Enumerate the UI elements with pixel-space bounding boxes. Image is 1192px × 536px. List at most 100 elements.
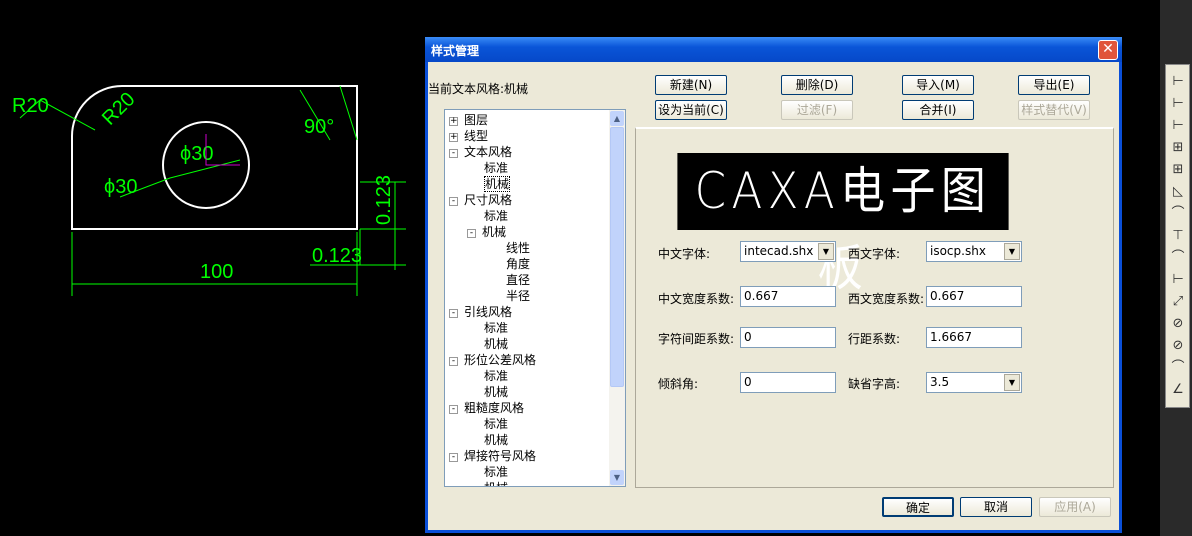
height-select[interactable]: 3.5 ▼ (926, 372, 1022, 393)
slant-input[interactable]: 0 (740, 372, 836, 393)
chevron-down-icon[interactable]: ▼ (818, 243, 834, 260)
tree-item[interactable]: - 文本风格 (449, 144, 512, 160)
en-width-input[interactable]: 0.667 (926, 286, 1022, 307)
tree-item-label: 标准 (484, 209, 509, 223)
apply-button[interactable]: 应用(A) (1039, 497, 1111, 517)
delete-button[interactable]: 删除(D) (781, 75, 853, 95)
tree-item[interactable]: 直径 (506, 272, 530, 288)
char-space-input[interactable]: 0 (740, 327, 836, 348)
line-space-input[interactable]: 1.6667 (926, 327, 1022, 348)
aligned-dim-icon[interactable]: ⤢ (1169, 293, 1187, 311)
chevron-down-icon[interactable]: ▼ (1004, 374, 1020, 391)
tree-scrollbar[interactable]: ▲ ▼ (609, 110, 625, 486)
style-tree[interactable]: ▲ ▼ + 图层 + 线型 - 文本风格 标准 机械 - 尺寸风格 标准 - 机械 线性 角度 直径 半径 - 引线… (444, 109, 626, 487)
filter-button[interactable]: 过滤(F) (781, 100, 853, 120)
linear-dim-icon[interactable]: ⊢ (1169, 73, 1187, 91)
cad-drawing-canvas[interactable]: R20 R20 90° ϕ30 ϕ30 100 0.123 0.123 (0, 0, 430, 536)
tree-item-label: 线型 (464, 129, 489, 143)
arc-angle-dim-icon[interactable]: ⌒ (1169, 205, 1187, 223)
leader-icon[interactable]: ⊤ (1169, 227, 1187, 245)
cancel-button[interactable]: 取消 (960, 497, 1032, 517)
tree-item[interactable]: 机械 (484, 336, 508, 352)
export-button[interactable]: 导出(E) (1018, 75, 1090, 95)
tree-item[interactable]: 机械 (484, 176, 511, 192)
tree-item[interactable]: 标准 (484, 416, 508, 432)
collapse-icon[interactable]: - (449, 453, 458, 462)
dim-r20-inner: R20 (98, 88, 140, 130)
arc-length-dim-icon[interactable]: ⌒ (1169, 359, 1187, 377)
tree-item[interactable]: 半径 (506, 288, 530, 304)
angle-dim-icon[interactable]: ◺ (1169, 183, 1187, 201)
collapse-icon[interactable]: - (449, 405, 458, 414)
tree-item-label: 机械 (482, 225, 507, 239)
tree-item[interactable]: 标准 (484, 368, 508, 384)
tree-item[interactable]: - 形位公差风格 (449, 352, 536, 368)
merge-button[interactable]: 合并(I) (902, 100, 974, 120)
collapse-icon[interactable]: - (449, 357, 458, 366)
tree-item-label: 尺寸风格 (464, 193, 513, 207)
dialog-title: 样式管理 (431, 44, 480, 58)
tree-item[interactable]: 机械 (484, 480, 508, 486)
smart-dim-icon[interactable]: ⊢ (1169, 95, 1187, 113)
ok-button[interactable]: 确定 (882, 497, 954, 517)
en-font-select[interactable]: isocp.shx ▼ (926, 241, 1022, 262)
style-replace-button[interactable]: 样式替代(V) (1018, 100, 1090, 120)
set-current-button[interactable]: 设为当前(C) (655, 100, 727, 120)
tree-item[interactable]: 标准 (484, 208, 508, 224)
scroll-up-arrow-icon[interactable]: ▲ (610, 111, 624, 126)
tree-item-label: 粗糙度风格 (464, 401, 525, 415)
dim-dia-inner: ϕ30 (180, 143, 213, 165)
baseline-dim-icon[interactable]: ⊢ (1169, 117, 1187, 135)
tree-item[interactable]: 机械 (484, 384, 508, 400)
new-button[interactable]: 新建(N) (655, 75, 727, 95)
tree-item[interactable]: 线性 (506, 240, 530, 256)
current-style-label: 当前文本风格:机械 (428, 82, 529, 96)
en-width-label: 西文宽度系数: (848, 292, 925, 306)
cn-width-input[interactable]: 0.667 (740, 286, 836, 307)
tree-item[interactable]: 角度 (506, 256, 530, 272)
scroll-down-arrow-icon[interactable]: ▼ (610, 470, 624, 485)
tree-item[interactable]: + 线型 (449, 128, 488, 144)
three-point-dim-icon[interactable]: ⊢ (1169, 271, 1187, 289)
collapse-icon[interactable]: - (449, 197, 458, 206)
tree-item[interactable]: - 机械 (467, 224, 506, 240)
style-properties-panel: CAXA电子图板 中文字体: intecad.shx ▼ 西文字体: isocp.… (635, 127, 1114, 488)
dim-dia-outer: ϕ30 (104, 176, 137, 198)
tree-item[interactable]: - 焊接符号风格 (449, 448, 536, 464)
cn-width-label: 中文宽度系数: (658, 292, 735, 306)
collapse-icon[interactable]: - (449, 309, 458, 318)
tree-item-label: 机械 (484, 481, 508, 486)
arc-dim-icon[interactable]: ⌒ (1169, 249, 1187, 267)
tree-item-label: 机械 (484, 176, 511, 192)
radius-dim-icon[interactable]: ⊘ (1169, 337, 1187, 355)
continuous-dim-icon[interactable]: ⊞ (1169, 139, 1187, 157)
height-label: 缺省字高: (848, 377, 901, 391)
tree-item[interactable]: - 尺寸风格 (449, 192, 512, 208)
tree-item[interactable]: 机械 (484, 432, 508, 448)
expand-icon[interactable]: + (449, 117, 458, 126)
dialog-title-bar[interactable]: 样式管理 ✕ (425, 37, 1122, 62)
collapse-icon[interactable]: - (467, 229, 476, 238)
chevron-down-icon[interactable]: ▼ (1004, 243, 1020, 260)
tree-item-label: 图层 (464, 113, 489, 127)
tree-item-label: 半径 (506, 289, 531, 303)
collapse-icon[interactable]: - (449, 149, 458, 158)
cn-font-select[interactable]: intecad.shx ▼ (740, 241, 836, 262)
expand-icon[interactable]: + (449, 133, 458, 142)
tree-item[interactable]: 标准 (484, 320, 508, 336)
tree-item-label: 机械 (484, 337, 509, 351)
dim-r20-outer: R20 (12, 95, 49, 117)
tree-item[interactable]: 标准 (484, 160, 508, 176)
tree-item[interactable]: - 引线风格 (449, 304, 512, 320)
tree-item[interactable]: - 粗糙度风格 (449, 400, 524, 416)
chain-dim-icon[interactable]: ⊞ (1169, 161, 1187, 179)
tree-item-label: 标准 (484, 161, 509, 175)
import-button[interactable]: 导入(M) (902, 75, 974, 95)
angle-dim-2-icon[interactable]: ∠ (1169, 381, 1187, 399)
close-button[interactable]: ✕ (1098, 40, 1118, 60)
tree-item[interactable]: 标准 (484, 464, 508, 480)
tree-item[interactable]: + 图层 (449, 112, 488, 128)
scroll-thumb[interactable] (610, 127, 624, 387)
diameter-dim-icon[interactable]: ⊘ (1169, 315, 1187, 333)
tree-item-label: 标准 (484, 417, 509, 431)
